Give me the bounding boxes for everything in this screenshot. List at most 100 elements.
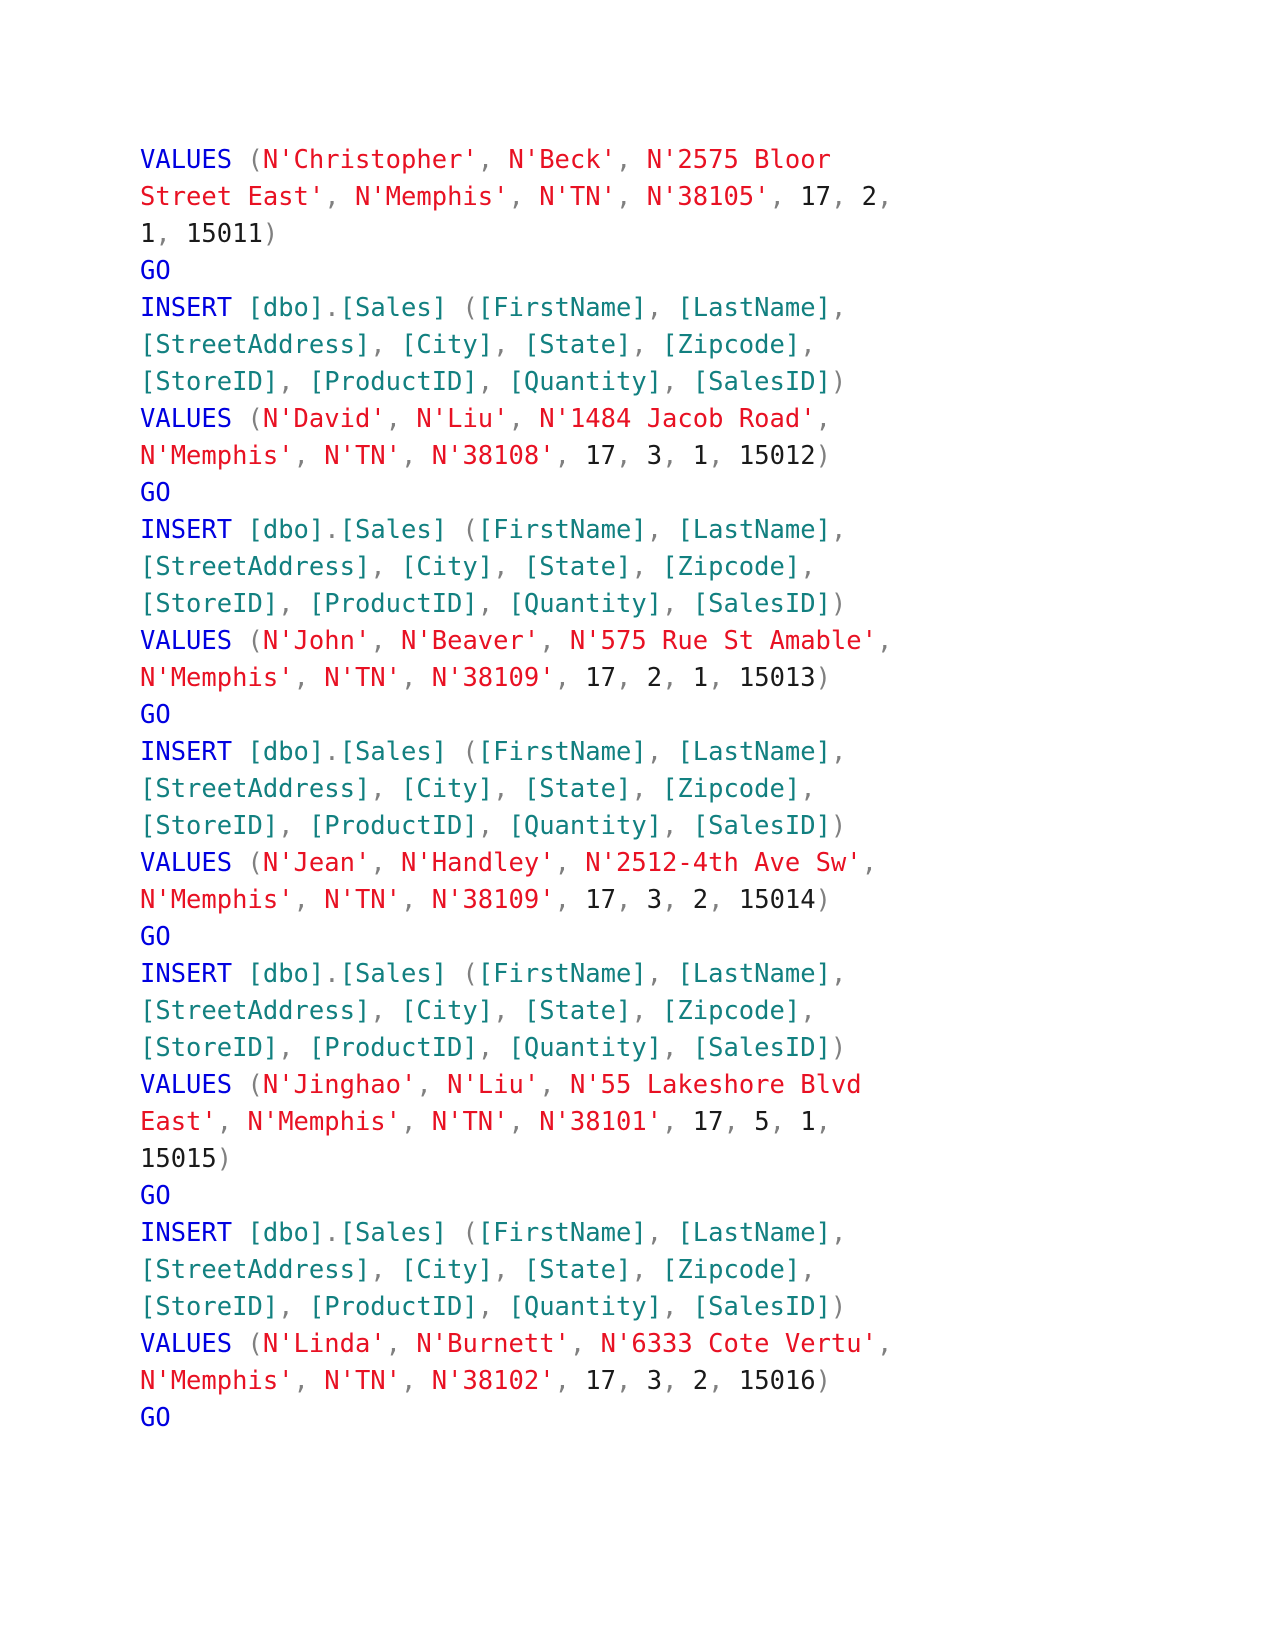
code-token-punc: )	[815, 885, 831, 915]
code-token-punc: ,	[554, 441, 570, 471]
code-token-ident: [Sales]	[339, 293, 448, 323]
code-token-ident: [FirstName]	[477, 515, 647, 545]
code-token-punc: ,	[616, 441, 632, 471]
code-token-kw: VALUES	[140, 404, 233, 434]
code-token-ident: [Zipcode]	[662, 1255, 801, 1285]
code-token-str: N'TN'	[324, 1366, 402, 1396]
code-token-punc: ,	[876, 626, 893, 656]
code-token-str: N'Memphis'	[140, 885, 294, 915]
code-token-kw: VALUES	[140, 626, 233, 656]
code-token-punc: ,	[554, 1366, 570, 1396]
code-token-str: N'Linda'	[262, 1329, 386, 1359]
code-token-str: N'38102'	[431, 1366, 555, 1396]
code-token-punc: ,	[615, 182, 632, 212]
code-token-punc: ,	[646, 1218, 663, 1248]
code-token-str: N'575 Rue St Amable'	[569, 626, 877, 656]
code-token-str: N'38109'	[431, 885, 555, 915]
code-token-ident: [dbo]	[247, 293, 325, 323]
code-token-punc: ,	[401, 1107, 417, 1137]
code-token-punc: )	[830, 1033, 847, 1063]
code-token-punc: ,	[616, 885, 632, 915]
code-token-str: N'Liu'	[416, 404, 509, 434]
code-token-ident: [LastName]	[677, 737, 831, 767]
code-token-str: N'Memphis'	[354, 182, 509, 212]
code-token-str: N'Jinghao'	[262, 1070, 417, 1100]
code-token-punc: ,	[815, 1107, 831, 1137]
code-token-punc: ,	[662, 441, 678, 471]
code-token-num: 2	[646, 663, 663, 693]
code-token-ident: [Zipcode]	[662, 774, 801, 804]
code-token-punc: ,	[385, 404, 402, 434]
code-token-num: 3	[646, 1366, 663, 1396]
code-token-str: N'Handley'	[401, 848, 555, 878]
code-token-ident: [State]	[523, 996, 632, 1026]
code-token-ident: [dbo]	[247, 737, 325, 767]
code-token-str: N'Beck'	[508, 145, 616, 175]
code-token-str: N'TN'	[324, 663, 402, 693]
code-line: GO	[140, 475, 1060, 512]
code-token-ident: [City]	[401, 996, 494, 1026]
code-line: VALUES (N'David', N'Liu', N'1484 Jacob R…	[140, 401, 1060, 438]
code-token-ident: [State]	[523, 1255, 632, 1285]
code-token-punc: ,	[662, 885, 678, 915]
code-line: N'Memphis', N'TN', N'38108', 17, 3, 1, 1…	[140, 438, 1060, 475]
code-token-punc: ,	[708, 663, 724, 693]
code-token-punc: ,	[477, 1033, 494, 1063]
code-token-punc: .	[324, 515, 340, 545]
code-token-num: 15013	[738, 663, 816, 693]
code-token-punc: )	[815, 663, 831, 693]
code-line: INSERT [dbo].[Sales] ([FirstName], [Last…	[140, 956, 1060, 993]
code-token-punc: (	[247, 145, 263, 175]
code-token-kw: INSERT	[140, 1218, 233, 1248]
code-token-punc: (	[247, 848, 263, 878]
code-token-punc: ,	[278, 1033, 294, 1063]
code-token-str: N'TN'	[539, 182, 616, 212]
code-line: INSERT [dbo].[Sales] ([FirstName], [Last…	[140, 1215, 1060, 1252]
code-token-str: N'2512-4th Ave Sw'	[585, 848, 862, 878]
code-token-ident: [ProductID]	[308, 1292, 478, 1322]
code-line: [StoreID], [ProductID], [Quantity], [Sal…	[140, 364, 1060, 401]
code-token-num: 15014	[738, 885, 816, 915]
code-token-ident: [Zipcode]	[662, 996, 801, 1026]
code-line: VALUES (N'Jinghao', N'Liu', N'55 Lakesho…	[140, 1067, 1060, 1104]
code-token-punc: ,	[830, 515, 847, 545]
code-token-punc: ,	[815, 404, 831, 434]
code-token-punc: ,	[508, 182, 524, 212]
code-token-punc: ,	[401, 885, 417, 915]
code-token-punc: ,	[876, 1329, 893, 1359]
code-token-str: N'John'	[262, 626, 371, 656]
code-token-punc: .	[324, 1218, 340, 1248]
code-token-punc: ,	[278, 367, 294, 397]
sql-script-body[interactable]: VALUES (N'Christopher', N'Beck', N'2575 …	[140, 142, 1060, 1437]
code-token-kw: GO	[140, 256, 171, 286]
code-token-ident: [Zipcode]	[662, 330, 801, 360]
code-token-ident: [StoreID]	[140, 589, 279, 619]
code-token-punc: ,	[278, 811, 294, 841]
code-token-punc: ,	[493, 1255, 509, 1285]
code-token-ident: [LastName]	[677, 959, 831, 989]
code-token-str: Street East'	[140, 182, 325, 212]
code-token-punc: ,	[646, 737, 663, 767]
code-token-punc: ,	[769, 1107, 785, 1137]
code-token-num: 3	[646, 885, 663, 915]
